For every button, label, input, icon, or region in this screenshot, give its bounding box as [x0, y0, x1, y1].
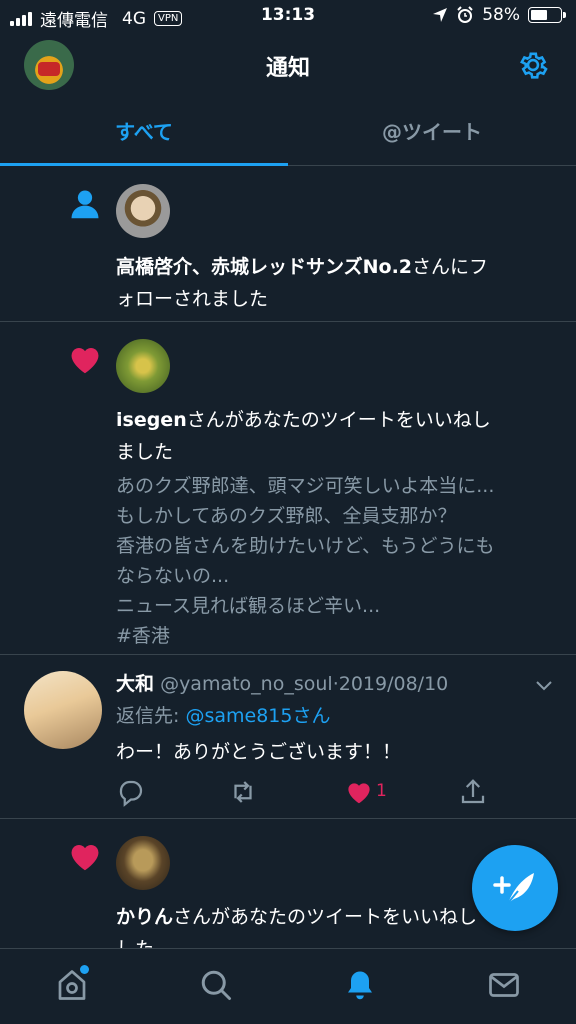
notification-text-rest: さんにフ — [412, 256, 489, 278]
like-count: 1 — [376, 781, 387, 801]
tweet-body: わー！ありがとうございます！！ — [116, 741, 402, 763]
notification-text-line2: した — [116, 933, 556, 948]
tweet-actions: 1 — [116, 777, 496, 809]
battery-percent: 58% — [482, 5, 520, 25]
tweet-avatar[interactable] — [24, 671, 102, 749]
bottom-nav — [0, 948, 576, 1024]
notification-text-line2: ォローされました — [116, 288, 269, 310]
quote-line: ニュース見れば観るほど辛い... — [116, 595, 381, 617]
quote-line: もしかしてあのクズ野郎、全員支那か？ — [116, 505, 457, 527]
reply-icon[interactable] — [116, 777, 146, 807]
user-avatar[interactable] — [116, 184, 170, 238]
chevron-down-icon[interactable] — [534, 675, 554, 695]
notification-follow[interactable]: 高橋啓介、赤城レッドサンズNo.2さんにフ ォローされました — [0, 167, 576, 322]
notification-text-rest: さんがあなたのツイートをいいね — [173, 906, 459, 928]
user-name[interactable]: かりん — [116, 906, 173, 928]
share-icon[interactable] — [458, 777, 488, 807]
reply-to-link[interactable]: @same815さん — [185, 705, 330, 727]
header: 通知 — [0, 34, 576, 98]
quote-line: ならないの... — [116, 565, 230, 587]
notification-like[interactable]: isegenさんがあなたのツイートをいいねし ました あのクズ野郎達、頭マジ可笑… — [0, 322, 576, 655]
like-icon[interactable] — [344, 777, 374, 807]
search-icon[interactable] — [198, 967, 234, 1003]
quote-line: 香港の皆さんを助けたいけど、もうどうにも — [116, 535, 495, 557]
battery-icon — [528, 7, 566, 23]
new-activity-dot — [80, 965, 89, 974]
tab-all[interactable]: すべて — [0, 100, 288, 166]
status-bar: 遠傳電信 4G VPN 13:13 58% — [0, 0, 576, 34]
tweet-author-name[interactable]: 大和 — [116, 673, 154, 695]
quote-line: あのクズ野郎達、頭マジ可笑しいよ本当に... — [116, 475, 495, 497]
tweet[interactable]: 大和 @yamato_no_soul·2019/08/10 返信先: @same… — [0, 655, 576, 819]
alarm-icon — [457, 6, 473, 23]
heart-icon — [71, 348, 99, 374]
quote-line: #香港 — [116, 625, 170, 647]
gear-icon[interactable] — [516, 48, 550, 82]
notification-text: 高橋啓介、赤城レッドサンズNo.2さんにフ ォローされました — [116, 251, 556, 315]
notification-text: isegenさんがあなたのツイートをいいねし ました — [116, 404, 556, 468]
page-title: 通知 — [265, 56, 310, 81]
heart-icon — [71, 845, 99, 871]
status-right: 58% — [432, 5, 566, 25]
reply-context: 返信先: @same815さん — [116, 701, 330, 731]
location-arrow-icon — [433, 8, 448, 22]
tweet-handle[interactable]: @yamato_no_soul — [160, 673, 333, 695]
compose-feather-icon — [493, 873, 534, 904]
compose-tweet-button[interactable] — [472, 845, 558, 931]
notification-text-rest: さんがあなたのツイートをいいねし — [186, 409, 491, 431]
notifications-icon[interactable] — [342, 967, 378, 1003]
quoted-tweet[interactable]: あのクズ野郎達、頭マジ可笑しいよ本当に... もしかしてあのクズ野郎、全員支那か… — [116, 471, 556, 651]
notification-feed: 高橋啓介、赤城レッドサンズNo.2さんにフ ォローされました isegenさんが… — [0, 167, 576, 948]
user-avatar[interactable] — [116, 339, 170, 393]
messages-icon[interactable] — [486, 967, 522, 1003]
user-name[interactable]: isegen — [116, 409, 187, 431]
notification-text-line2: ました — [116, 441, 174, 463]
tweet-header: 大和 @yamato_no_soul·2019/08/10 — [116, 669, 448, 699]
person-icon — [71, 190, 99, 219]
tab-bar: すべて @ツイート — [0, 100, 576, 166]
user-avatar[interactable] — [116, 836, 170, 890]
reply-prefix: 返信先: — [116, 705, 186, 727]
retweet-icon[interactable] — [228, 777, 258, 807]
user-name[interactable]: 高橋啓介、赤城レッドサンズNo.2 — [116, 256, 412, 278]
tab-mentions[interactable]: @ツイート — [288, 100, 576, 165]
tweet-date[interactable]: 2019/08/10 — [339, 673, 449, 695]
